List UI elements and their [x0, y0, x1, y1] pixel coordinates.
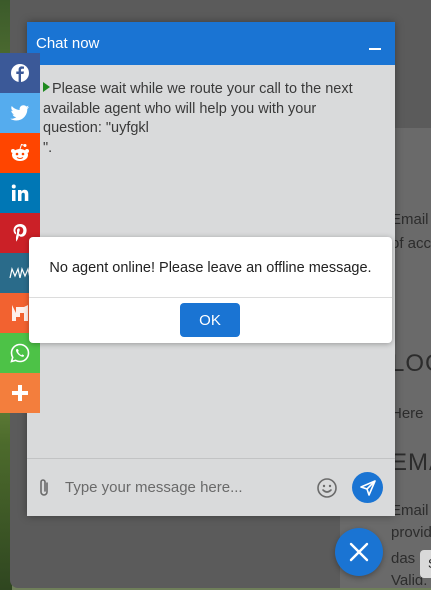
- chat-messages: Please wait while we route your call to …: [27, 65, 395, 158]
- message-line: ".: [43, 139, 53, 156]
- ok-button[interactable]: OK: [180, 303, 240, 337]
- background-text: das: [391, 550, 416, 567]
- mix-icon: [12, 305, 28, 321]
- background-badge[interactable]: S: [420, 550, 431, 578]
- facebook-icon: [11, 64, 29, 82]
- meneame-icon: [9, 267, 31, 279]
- background-text: Email: [391, 502, 429, 519]
- background-text: provid: [391, 524, 431, 541]
- more-share-button[interactable]: [0, 373, 40, 413]
- close-chat-button[interactable]: [335, 528, 383, 576]
- emoji-icon[interactable]: [316, 477, 338, 499]
- message-line: question: "uyfgkl: [43, 120, 149, 136]
- facebook-share-button[interactable]: [0, 53, 40, 93]
- close-icon: [349, 542, 369, 562]
- send-icon: [359, 479, 376, 496]
- background-text: Here: [391, 405, 424, 422]
- alert-dialog: No agent online! Please leave an offline…: [29, 237, 392, 343]
- message-line: available agent who will help you with y…: [43, 100, 317, 117]
- system-message: Please wait while we route your call to …: [43, 80, 379, 158]
- chat-header: Chat now: [27, 22, 395, 65]
- divider: [29, 297, 392, 298]
- social-share-bar: [0, 53, 40, 413]
- chat-footer: [27, 458, 395, 516]
- paperclip-icon[interactable]: [35, 477, 53, 499]
- message-input[interactable]: [65, 479, 316, 496]
- chat-title: Chat now: [36, 35, 100, 52]
- pinterest-icon: [13, 224, 27, 242]
- play-icon: [43, 82, 50, 92]
- linkedin-share-button[interactable]: [0, 173, 40, 213]
- send-button[interactable]: [352, 472, 383, 503]
- message-line: Please wait while we route your call to …: [52, 81, 353, 97]
- minimize-icon[interactable]: [369, 38, 383, 50]
- reddit-share-button[interactable]: [0, 133, 40, 173]
- background-heading: LOG: [391, 350, 431, 377]
- background-heading: EMA: [391, 449, 431, 476]
- twitter-share-button[interactable]: [0, 93, 40, 133]
- background-text: Email: [391, 211, 429, 228]
- linkedin-icon: [11, 184, 29, 201]
- whatsapp-icon: [10, 343, 30, 363]
- twitter-icon: [10, 105, 30, 121]
- more-icon: [12, 385, 28, 401]
- alert-message: No agent online! Please leave an offline…: [49, 260, 372, 276]
- reddit-icon: [11, 143, 29, 161]
- background-text: of acc: [391, 235, 431, 252]
